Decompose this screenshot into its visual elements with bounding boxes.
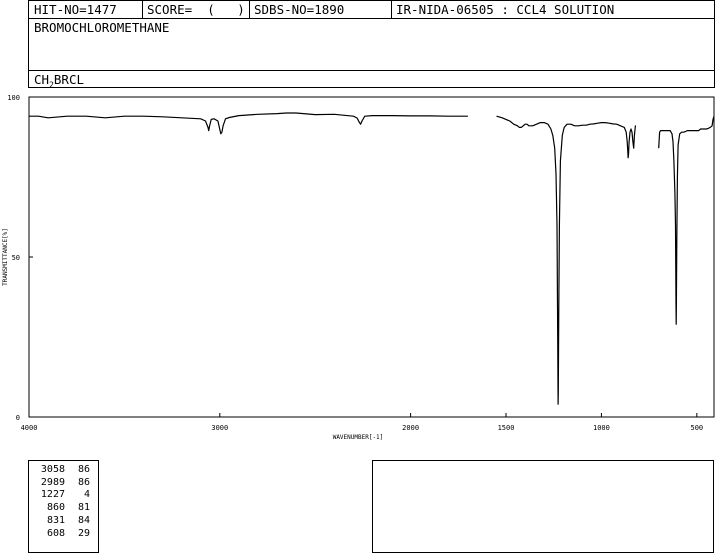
sdbs-number: SDBS-NO=1890 [254, 2, 345, 17]
y-tick-label: 100 [7, 94, 20, 102]
peak-row: 608 29 [29, 528, 98, 541]
peak-wavenumber: 1227 [40, 489, 65, 501]
peak-wavenumber: 860 [46, 502, 65, 514]
peak-transmittance: 86 [77, 464, 90, 475]
y-tick-label: 0 [16, 414, 20, 422]
x-tick-label: 4000 [21, 424, 38, 432]
x-tick-label: 1500 [498, 424, 515, 432]
x-tick-label: 1000 [593, 424, 610, 432]
ir-info: IR-NIDA-06505 : CCL4 SOLUTION [396, 2, 615, 17]
x-axis-label: WAVENUMBER[-1] [333, 434, 384, 441]
hit-number: HIT-NO=1477 [34, 2, 117, 17]
spectrum-trace-segment [29, 112, 468, 135]
score-field: SCORE= ( ) [147, 2, 245, 17]
peak-row: 1227 4 [29, 489, 98, 502]
peak-table: 3058 86 2989 86 1227 4 860 81 831 84 608 29 [28, 460, 99, 553]
peak-row: 3058 86 [29, 464, 98, 477]
peak-row: 860 81 [29, 502, 98, 515]
peak-transmittance: 86 [77, 476, 90, 488]
header-panel: HIT-NO=1477 SCORE= ( ) SDBS-NO=1890 IR-N… [28, 0, 715, 90]
formula-rule [29, 70, 714, 71]
peak-wavenumber: 3058 [40, 464, 65, 475]
peak-transmittance: 4 [83, 489, 90, 501]
spectrum-trace-segment [658, 116, 715, 325]
molecular-formula: CH2BRCL [34, 72, 84, 90]
plot-frame [28, 96, 715, 418]
x-tick-label: 2000 [402, 424, 419, 432]
y-axis-label: TRANSMITTANCE[%] [2, 228, 9, 286]
spectrum-trace-segment [496, 115, 637, 405]
peak-wavenumber: 831 [46, 514, 65, 526]
peak-transmittance: 84 [77, 514, 90, 526]
y-tick-label: 50 [12, 254, 20, 262]
ir-spectrum-chart: 0 50 100 4000 3000 2000 1500 1000 500 WAVENUMBER[… [2, 94, 715, 441]
peak-wavenumber: 608 [46, 527, 65, 539]
comment-box [372, 460, 714, 553]
header-rule [29, 18, 714, 19]
peak-transmittance: 29 [77, 527, 90, 539]
peak-wavenumber: 2989 [40, 476, 65, 488]
peak-transmittance: 81 [77, 502, 90, 514]
compound-name: BROMOCHLOROMETHANE [34, 20, 170, 35]
peak-row: 2989 86 [29, 477, 98, 490]
x-tick-label: 500 [690, 424, 703, 432]
peak-row: 831 84 [29, 515, 98, 528]
x-tick-label: 3000 [211, 424, 228, 432]
